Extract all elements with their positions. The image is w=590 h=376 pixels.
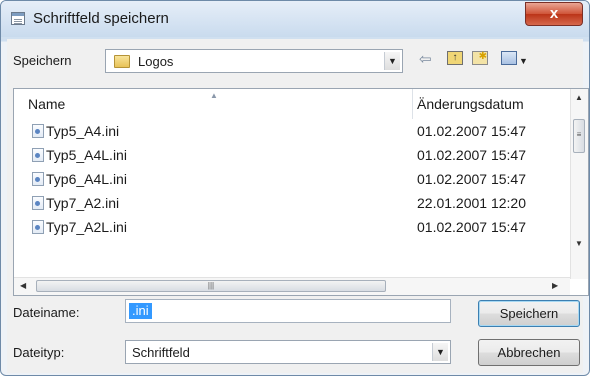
file-name: Typ7_A2.ini xyxy=(46,195,120,211)
location-label: Speichern xyxy=(13,53,72,68)
scroll-up-icon[interactable]: ▲ xyxy=(575,93,583,102)
save-dialog: Schriftfeld speichern x Speichern Logos … xyxy=(0,0,590,376)
ini-file-icon xyxy=(32,196,44,210)
scroll-right-icon[interactable]: ▶ xyxy=(552,281,558,290)
file-date: 01.02.2007 15:47 xyxy=(417,123,526,139)
sort-indicator-icon: ▲ xyxy=(210,91,218,100)
file-name: Typ7_A2L.ini xyxy=(46,219,127,235)
title-bar[interactable]: Schriftfeld speichern x xyxy=(1,1,589,37)
file-list[interactable]: Name ▲ Änderungsdatum Typ5_A4.ini 01.02.… xyxy=(13,88,589,296)
filetype-select[interactable]: Schriftfeld ▼ xyxy=(125,340,451,364)
location-folder: Logos xyxy=(138,54,174,69)
filename-label: Dateiname: xyxy=(13,305,80,320)
filetype-value: Schriftfeld xyxy=(132,345,190,360)
file-date: 01.02.2007 15:47 xyxy=(417,147,526,163)
column-separator[interactable] xyxy=(412,89,413,119)
column-header-name[interactable]: Name xyxy=(28,89,65,119)
view-menu-icon[interactable] xyxy=(501,51,517,65)
cancel-button[interactable]: Abbrechen xyxy=(478,339,580,366)
chevron-down-icon[interactable]: ▼ xyxy=(432,343,448,361)
filename-input[interactable]: .ini xyxy=(125,299,451,323)
folder-icon xyxy=(114,55,130,68)
filetype-label: Dateityp: xyxy=(13,345,65,360)
vertical-scrollbar[interactable]: ▲ ≡ ▼ xyxy=(570,89,588,279)
chevron-down-icon[interactable]: ▼ xyxy=(384,52,400,70)
column-header-date[interactable]: Änderungsdatum xyxy=(417,89,524,119)
file-date: 22.01.2001 12:20 xyxy=(417,195,526,211)
ini-file-icon xyxy=(32,148,44,162)
scroll-left-icon[interactable]: ◀ xyxy=(20,281,26,290)
file-row[interactable]: Typ5_A4L.ini 01.02.2007 15:47 xyxy=(14,144,570,168)
up-folder-icon[interactable]: ↑ xyxy=(447,51,463,65)
close-button[interactable]: x xyxy=(525,2,583,26)
file-date: 01.02.2007 15:47 xyxy=(417,171,526,187)
filename-value: .ini xyxy=(129,303,152,319)
file-date: 01.02.2007 15:47 xyxy=(417,219,526,235)
file-name: Typ6_A4L.ini xyxy=(46,171,127,187)
dialog-body: Speichern Logos ▼ ⇦ ↑ ✱ ▼ Name ▲ Änderun… xyxy=(7,39,589,373)
ini-file-icon xyxy=(32,124,44,138)
window-title: Schriftfeld speichern xyxy=(33,10,169,27)
new-folder-icon[interactable]: ✱ xyxy=(472,51,488,65)
file-name: Typ5_A4L.ini xyxy=(46,147,127,163)
scroll-down-icon[interactable]: ▼ xyxy=(575,239,583,248)
file-row[interactable]: Typ6_A4L.ini 01.02.2007 15:47 xyxy=(14,168,570,192)
file-row[interactable]: Typ7_A2L.ini 01.02.2007 15:47 xyxy=(14,216,570,240)
view-dropdown-icon[interactable]: ▼ xyxy=(519,53,528,69)
window-icon xyxy=(11,12,25,25)
file-row[interactable]: Typ7_A2.ini 22.01.2001 12:20 xyxy=(14,192,570,216)
vertical-scroll-thumb[interactable]: ≡ xyxy=(573,119,585,153)
file-name: Typ5_A4.ini xyxy=(46,123,120,139)
horizontal-scrollbar[interactable]: ◀ ||| ▶ xyxy=(14,277,570,295)
back-arrow-icon[interactable]: ⇦ xyxy=(419,52,432,68)
save-button[interactable]: Speichern xyxy=(478,300,580,327)
location-combo[interactable]: Logos ▼ xyxy=(105,49,403,73)
horizontal-scroll-thumb[interactable]: ||| xyxy=(36,280,386,292)
ini-file-icon xyxy=(32,172,44,186)
file-row[interactable]: Typ5_A4.ini 01.02.2007 15:47 xyxy=(14,120,570,144)
ini-file-icon xyxy=(32,220,44,234)
